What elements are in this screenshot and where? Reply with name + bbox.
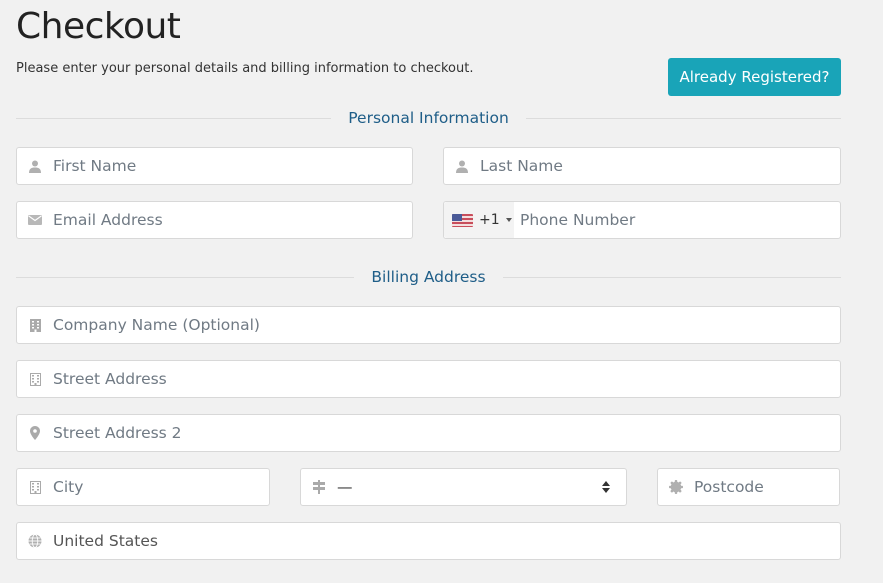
company-name-field[interactable] xyxy=(16,306,841,344)
already-registered-button[interactable]: Already Registered? xyxy=(668,58,841,96)
us-flag-icon xyxy=(452,213,473,227)
street-address-2-field[interactable] xyxy=(16,414,841,452)
signpost-icon xyxy=(301,480,337,494)
phone-field[interactable]: +1 xyxy=(443,201,841,239)
section-title: Personal Information xyxy=(348,109,509,127)
page-subtitle: Please enter your personal details and b… xyxy=(16,61,474,76)
page-title: Checkout xyxy=(16,6,181,47)
country-code-dropdown[interactable]: +1 xyxy=(444,202,514,238)
envelope-icon xyxy=(17,215,53,225)
building-outline-icon xyxy=(17,480,53,494)
user-icon xyxy=(444,160,480,173)
street-address-2-input[interactable] xyxy=(53,415,840,451)
state-selected-value: — xyxy=(337,478,353,496)
street-address-field[interactable] xyxy=(16,360,841,398)
company-name-input[interactable] xyxy=(53,307,840,343)
city-input[interactable] xyxy=(53,469,269,505)
postcode-field[interactable] xyxy=(657,468,883,506)
last-name-field[interactable] xyxy=(443,147,841,185)
dial-code: +1 xyxy=(479,212,500,228)
country-select[interactable]: United States xyxy=(16,522,841,560)
building-icon xyxy=(17,318,53,332)
select-arrows-icon xyxy=(596,481,616,493)
last-name-input[interactable] xyxy=(480,148,840,184)
section-heading-billing: Billing Address xyxy=(16,267,841,287)
building-outline-icon xyxy=(17,372,53,386)
caret-down-icon xyxy=(505,218,512,222)
email-input[interactable] xyxy=(53,202,412,238)
globe-icon xyxy=(17,534,53,548)
section-title: Billing Address xyxy=(371,268,486,286)
user-icon xyxy=(17,160,53,173)
first-name-input[interactable] xyxy=(53,148,412,184)
first-name-field[interactable] xyxy=(16,147,413,185)
country-selected-value: United States xyxy=(53,532,158,550)
certificate-icon xyxy=(658,480,694,494)
divider-line xyxy=(502,276,841,278)
divider-line xyxy=(16,117,332,119)
divider-line xyxy=(16,276,355,278)
city-field[interactable] xyxy=(16,468,270,506)
map-marker-icon xyxy=(17,426,53,440)
phone-input[interactable] xyxy=(514,202,840,238)
state-select[interactable]: — xyxy=(300,468,627,506)
email-field[interactable] xyxy=(16,201,413,239)
postcode-input[interactable] xyxy=(694,469,883,505)
divider-line xyxy=(525,117,842,119)
street-address-input[interactable] xyxy=(53,361,840,397)
section-heading-personal: Personal Information xyxy=(16,108,842,128)
